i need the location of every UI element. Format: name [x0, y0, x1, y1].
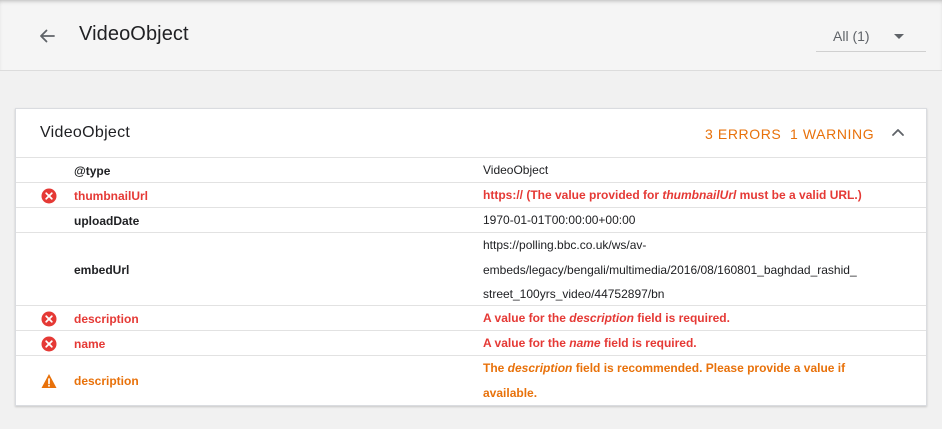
property-value: 1970-01-01T00:00:00+00:00: [483, 213, 636, 227]
property-row-warning[interactable]: description The description field is rec…: [16, 356, 926, 405]
property-row-error[interactable]: description A value for the description …: [16, 306, 926, 331]
value-field-name: description: [507, 361, 573, 375]
property-value: https:// (The value provided for thumbna…: [483, 183, 903, 208]
property-name: embedUrl: [74, 263, 130, 277]
property-value: A value for the name field is required.: [483, 331, 903, 356]
chevron-up-icon: [892, 129, 904, 136]
value-text: field is required.: [600, 336, 697, 350]
warning-triangle-icon: [41, 374, 57, 388]
value-field-name: description: [569, 311, 634, 325]
error-count: 3 ERRORS: [705, 126, 782, 142]
value-line: street_100yrs_video/44752897/bn: [483, 287, 665, 301]
value-line: embeds/legacy/bengali/multimedia/2016/08…: [483, 262, 857, 277]
property-row: uploadDate 1970-01-01T00:00:00+00:00: [16, 208, 926, 233]
value-text: must be a valid URL.): [736, 188, 862, 202]
property-value: https://polling.bbc.co.uk/ws/av- embeds/…: [483, 233, 903, 307]
value-text: A value for the: [483, 311, 570, 325]
value-text: A value for the: [483, 336, 570, 350]
card-header[interactable]: VideoObject 3 ERRORS 1 WARNING: [16, 109, 926, 158]
error-circle-icon: [41, 311, 57, 327]
card-title: VideoObject: [40, 124, 131, 141]
property-name: description: [74, 312, 139, 326]
property-name: uploadDate: [74, 214, 140, 228]
filter-dropdown[interactable]: All (1): [816, 20, 926, 52]
property-name: description: [74, 374, 139, 388]
error-circle-icon: [41, 188, 57, 204]
property-row: embedUrl https://polling.bbc.co.uk/ws/av…: [16, 233, 926, 306]
value-line: https://polling.bbc.co.uk/ws/av-: [483, 238, 647, 252]
chevron-down-icon: [894, 34, 904, 39]
value-line: The description field is recommended. Pl…: [483, 356, 903, 381]
property-name: @type: [74, 164, 111, 178]
property-value: A value for the description field is req…: [483, 306, 903, 331]
property-row-error[interactable]: name A value for the name field is requi…: [16, 331, 926, 356]
property-value: VideoObject: [483, 163, 549, 177]
filter-label: All (1): [833, 28, 870, 44]
collapse-button[interactable]: [890, 125, 906, 139]
page-title: VideoObject: [79, 23, 189, 45]
back-button[interactable]: [34, 24, 60, 48]
arrow-back-icon: [40, 29, 55, 43]
value-field-name: thumbnailUrl: [662, 188, 737, 202]
value-text: https:// (The value provided for: [483, 188, 663, 202]
value-field-name: name: [569, 336, 601, 350]
property-row-error[interactable]: thumbnailUrl https:// (The value provide…: [16, 183, 926, 208]
error-circle-icon: [41, 336, 57, 352]
value-line: available.: [483, 385, 538, 400]
property-row: @type VideoObject: [16, 158, 926, 183]
value-text: field is required.: [633, 311, 730, 325]
top-bar: VideoObject All (1): [0, 0, 942, 71]
property-value: The description field is recommended. Pl…: [483, 356, 903, 405]
warning-count: 1 WARNING: [790, 126, 875, 142]
property-name: thumbnailUrl: [74, 189, 148, 203]
property-name: name: [74, 337, 106, 351]
value-text: The: [483, 361, 508, 375]
result-card: VideoObject 3 ERRORS 1 WARNING @type Vid…: [15, 108, 927, 406]
value-text: field is recommended. Please provide a v…: [572, 361, 846, 375]
